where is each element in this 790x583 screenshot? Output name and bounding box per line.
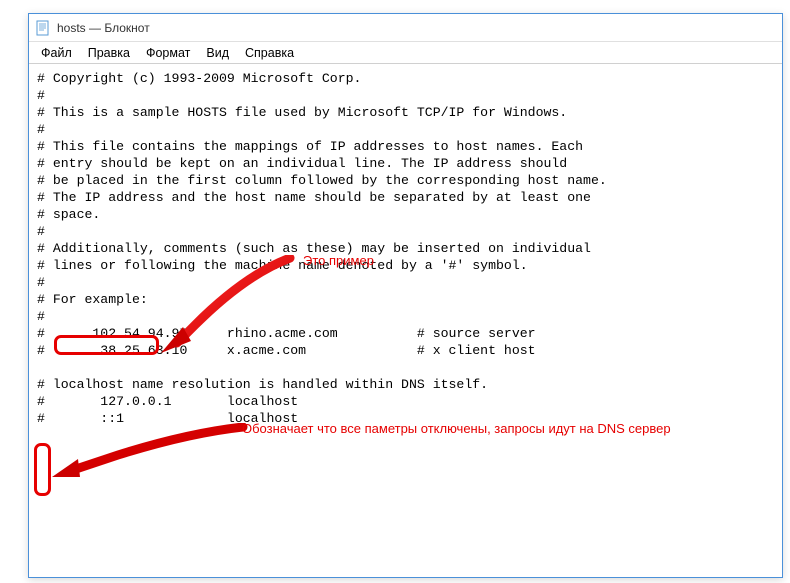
text-line: #: [37, 122, 45, 137]
text-line: # be placed in the first column followed…: [37, 173, 607, 188]
text-line: # This file contains the mappings of IP …: [37, 139, 583, 154]
text-line: # ::1 localhost: [37, 411, 298, 426]
text-line: #: [37, 275, 45, 290]
text-line: # This is a sample HOSTS file used by Mi…: [37, 105, 567, 120]
notepad-icon: [35, 20, 51, 36]
text-line: # Additionally, comments (such as these)…: [37, 241, 591, 256]
text-line: # 38.25.63.10 x.acme.com # x client host: [37, 343, 536, 358]
text-area[interactable]: # Copyright (c) 1993-2009 Microsoft Corp…: [29, 64, 782, 433]
title-bar[interactable]: hosts — Блокнот: [29, 14, 782, 42]
text-line: # 127.0.0.1 localhost: [37, 394, 298, 409]
menu-edit[interactable]: Правка: [80, 44, 138, 62]
menu-format[interactable]: Формат: [138, 44, 198, 62]
menu-bar: Файл Правка Формат Вид Справка: [29, 42, 782, 64]
text-line: #: [37, 224, 45, 239]
text-line: # lines or following the machine name de…: [37, 258, 528, 273]
text-line: # space.: [37, 207, 100, 222]
menu-help[interactable]: Справка: [237, 44, 302, 62]
text-line: # 102.54.94.97 rhino.acme.com # source s…: [37, 326, 536, 341]
menu-view[interactable]: Вид: [198, 44, 237, 62]
text-line: #: [37, 88, 45, 103]
menu-file[interactable]: Файл: [33, 44, 80, 62]
notepad-window: hosts — Блокнот Файл Правка Формат Вид С…: [28, 13, 783, 578]
text-line: # The IP address and the host name shoul…: [37, 190, 591, 205]
window-title: hosts — Блокнот: [57, 21, 150, 35]
text-line: # entry should be kept on an individual …: [37, 156, 567, 171]
text-line: # For example:: [37, 292, 148, 307]
text-line: # Copyright (c) 1993-2009 Microsoft Corp…: [37, 71, 361, 86]
text-line: #: [37, 309, 45, 324]
text-line: # localhost name resolution is handled w…: [37, 377, 488, 392]
